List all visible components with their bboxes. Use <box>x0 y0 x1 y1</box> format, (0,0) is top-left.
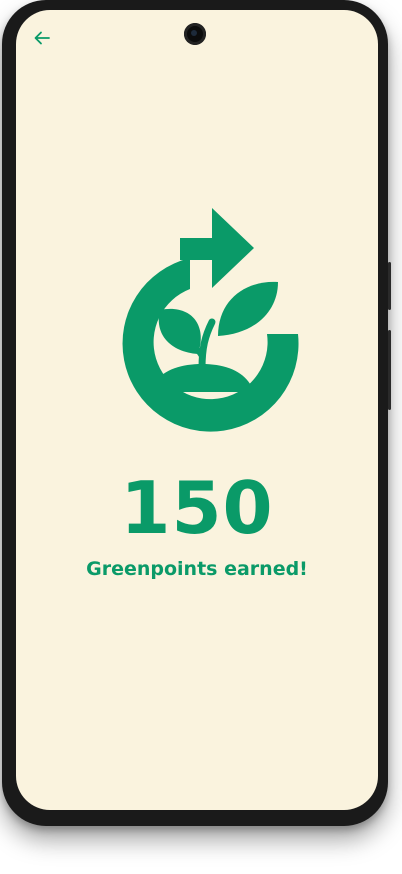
phone-frame: 150 Greenpoints earned! <box>2 0 391 826</box>
power-button <box>388 330 391 410</box>
recycle-plant-icon <box>122 208 299 432</box>
app-screen: 150 Greenpoints earned! <box>16 10 378 810</box>
back-button[interactable] <box>30 26 54 50</box>
arrow-left-icon <box>34 31 50 45</box>
front-camera <box>184 23 206 45</box>
greenpoints-label: Greenpoints earned! <box>86 558 308 580</box>
volume-button <box>388 262 391 310</box>
greenpoints-value: 150 <box>120 466 274 550</box>
